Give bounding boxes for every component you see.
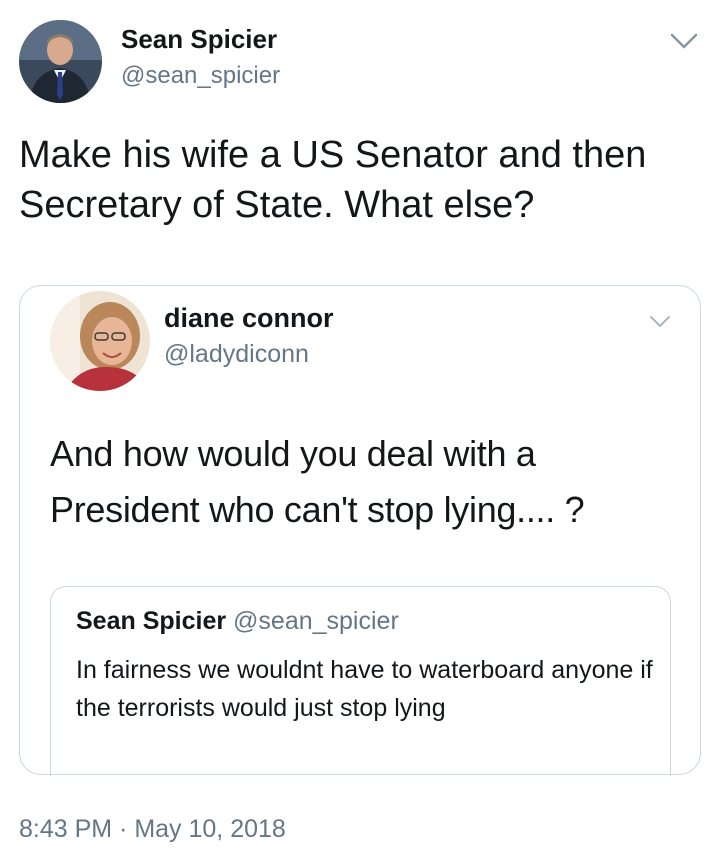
quoted-author-avatar[interactable] [50, 291, 150, 391]
author-handle[interactable]: @sean_spicier [121, 62, 280, 90]
quoted-author-name[interactable]: diane connor [164, 303, 334, 334]
author-name[interactable]: Sean Spicier [121, 24, 277, 55]
quoted-author-handle[interactable]: @ladydiconn [164, 340, 309, 369]
nested-quote-text: In fairness we wouldnt have to waterboar… [76, 656, 653, 722]
author-avatar-image [19, 20, 102, 103]
tweet-text: Make his wife a US Senator and then Secr… [19, 134, 647, 226]
nested-author-name[interactable]: Sean Spicier [76, 607, 233, 635]
tweet-timestamp[interactable]: 8:43 PM · May 10, 2018 [19, 815, 286, 844]
nested-quoted-tweet-card[interactable]: Sean Spicier @sean_spicier In fairness w… [50, 586, 671, 776]
quoted-author-avatar-image [50, 291, 150, 391]
author-avatar[interactable] [19, 20, 102, 103]
chevron-down-icon[interactable] [669, 30, 699, 52]
quoted-tweet-text: And how would you deal with a President … [50, 433, 585, 530]
nested-author-handle[interactable]: @sean_spicier [233, 607, 399, 635]
quoted-tweet-card[interactable]: diane connor @ladydiconn And how would y… [19, 285, 701, 776]
nested-quote-header: Sean Spicier @sean_spicier [76, 607, 399, 636]
chevron-down-icon[interactable] [648, 314, 672, 330]
